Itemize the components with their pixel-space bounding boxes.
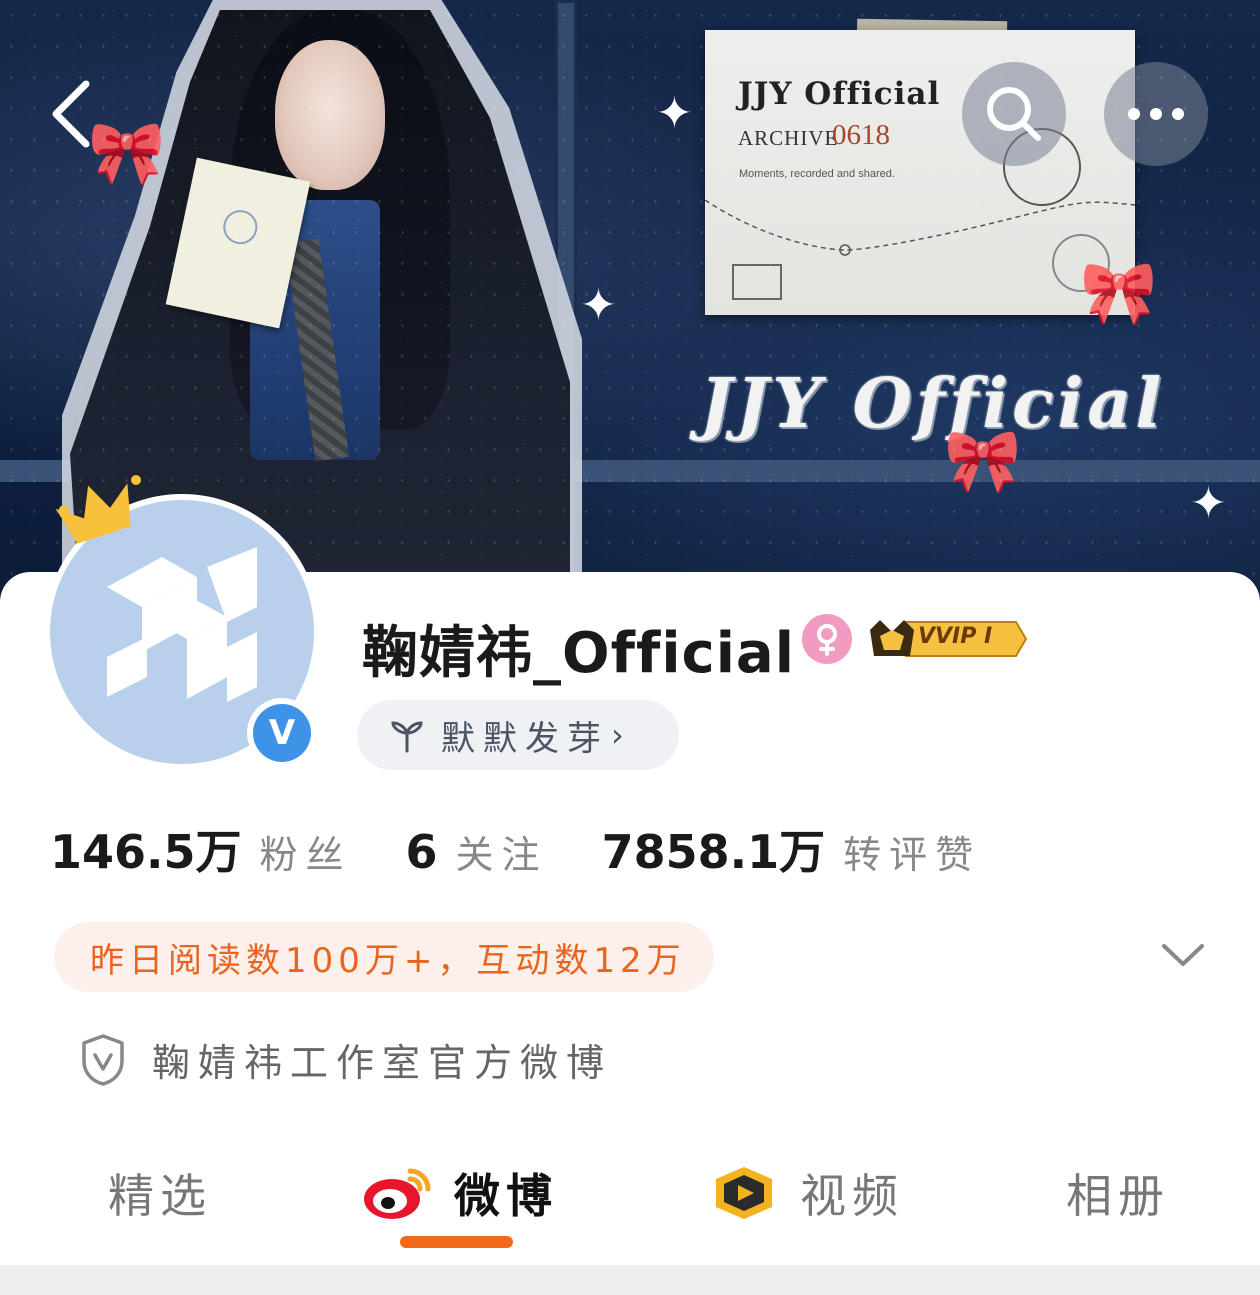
card-tape — [856, 18, 1008, 48]
archive-card — [705, 30, 1135, 315]
archive-card-caption: Moments, recorded and shared. — [739, 168, 895, 180]
ribbon-bow-icon: 🎀 — [88, 116, 166, 189]
profile-tabs: 精选 微博 视频 相册 — [0, 1140, 1260, 1250]
video-play-icon — [716, 1167, 772, 1219]
tab-featured-label: 精选 — [108, 1169, 212, 1223]
followers-count[interactable]: 146.5万 — [50, 816, 242, 882]
tab-weibo-label: 微博 — [454, 1169, 558, 1223]
verified-v-icon: V — [253, 704, 311, 762]
figure-shirt — [250, 200, 380, 460]
sprout-status-button[interactable]: 默默发芽 › — [357, 700, 679, 770]
figure-hair — [230, 10, 450, 430]
figure-tie — [284, 238, 350, 462]
window-frame-horizontal — [0, 460, 1260, 482]
weibo-logo-icon — [364, 1168, 431, 1219]
postmark-stamp — [1003, 128, 1081, 206]
ribbon-bow-icon: 🎀 — [1080, 256, 1158, 329]
following-count[interactable]: 6 — [406, 825, 438, 879]
female-icon — [802, 614, 852, 664]
shield-icon — [82, 1033, 124, 1086]
verification-description: 鞠婧祎工作室官方微博 — [152, 1041, 613, 1085]
more-horizontal-icon — [1128, 108, 1184, 120]
tab-album-label: 相册 — [1066, 1169, 1170, 1223]
sprout-icon — [387, 715, 427, 755]
chevron-left-icon — [52, 80, 90, 148]
verification-info: 鞠婧祎工作室官方微博 — [80, 1032, 612, 1087]
vvip-badge-label: VVIP I — [918, 624, 993, 649]
banner-logo-text: JJY Official — [700, 364, 1166, 444]
sparkle-icon: ✦ — [1190, 478, 1227, 529]
envelope-stamp — [220, 206, 261, 248]
sparkle-icon: ✦ — [580, 280, 617, 331]
tab-video-label: 视频 — [800, 1169, 904, 1223]
chevron-right-icon: › — [611, 716, 624, 754]
interactions-count: 7858.1万 — [601, 825, 826, 879]
active-tab-indicator — [400, 1236, 513, 1248]
search-button[interactable] — [962, 62, 1066, 166]
tab-video[interactable]: 视频 — [708, 1160, 904, 1226]
dashed-path-decoration — [705, 200, 1135, 256]
tab-featured[interactable]: 精选 — [108, 1160, 212, 1226]
search-icon — [987, 87, 1041, 141]
profile-stats: 146.5万 粉丝 6 关注 7858.1万 转评赞 — [50, 816, 981, 882]
figure-face — [275, 40, 385, 190]
jjy-logo-icon — [107, 547, 257, 702]
archive-card-title: JJY Official — [738, 76, 941, 112]
profile-username: 鞠婧祎_Official — [362, 621, 795, 686]
ribbon-bow-icon: 🎀 — [944, 424, 1022, 497]
more-options-button[interactable] — [1104, 62, 1208, 166]
content-divider — [0, 1265, 1260, 1295]
back-button[interactable] — [20, 62, 124, 166]
mini-envelope-icon — [732, 264, 782, 300]
verified-badge: V — [247, 698, 317, 768]
reading-stats-pill[interactable]: 昨日阅读数100万+，互动数12万 — [54, 922, 714, 992]
sparkle-icon: ✦ — [656, 88, 693, 139]
reading-stats-text: 昨日阅读数100万+，互动数12万 — [90, 940, 686, 981]
held-envelope — [165, 157, 311, 329]
following-label[interactable]: 关注 — [456, 824, 548, 879]
chevron-down-icon[interactable] — [1158, 930, 1208, 980]
interactions-label: 转评赞 — [843, 833, 982, 877]
tab-weibo[interactable]: 微博 — [362, 1160, 558, 1226]
crown-icon — [55, 475, 141, 544]
archive-card-number: 0618 — [832, 119, 890, 151]
sprout-status-label: 默默发芽 — [441, 718, 609, 759]
window-frame-vertical — [555, 0, 577, 600]
archive-card-label: ARCHIVE — [738, 126, 839, 150]
tab-album[interactable]: 相册 — [1066, 1160, 1170, 1226]
followers-label[interactable]: 粉丝 — [260, 824, 352, 879]
date-stamp — [1052, 234, 1110, 292]
